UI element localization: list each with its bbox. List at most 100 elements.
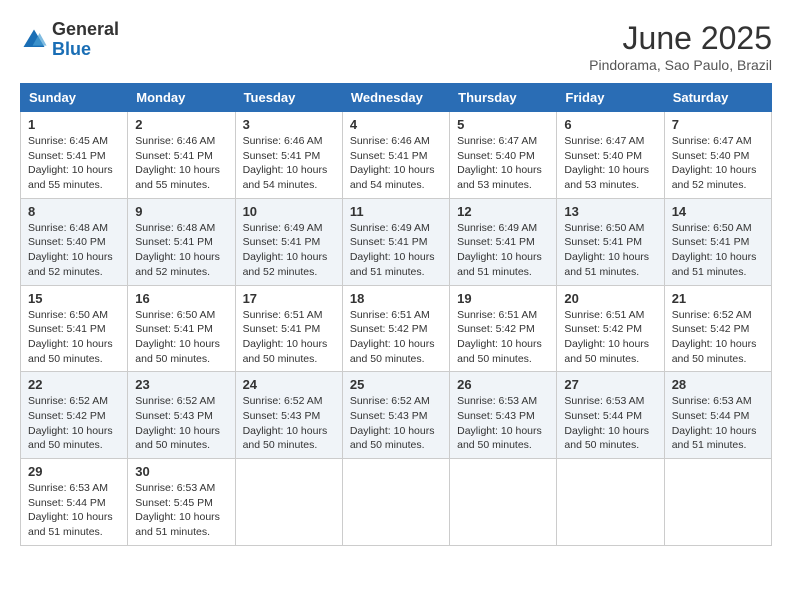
sunset-label: Sunset: 5:40 PM [457, 150, 535, 162]
daylight-label: Daylight: 10 hours and 50 minutes. [350, 425, 435, 452]
daylight-label: Daylight: 10 hours and 53 minutes. [457, 164, 542, 191]
month-title: June 2025 [589, 20, 772, 57]
day-details: Sunrise: 6:48 AM Sunset: 5:41 PM Dayligh… [135, 221, 227, 280]
day-details: Sunrise: 6:51 AM Sunset: 5:42 PM Dayligh… [457, 308, 549, 367]
day-number: 30 [135, 464, 227, 479]
day-number: 14 [672, 204, 764, 219]
day-details: Sunrise: 6:48 AM Sunset: 5:40 PM Dayligh… [28, 221, 120, 280]
day-number: 5 [457, 117, 549, 132]
sunrise-label: Sunrise: 6:46 AM [135, 135, 215, 147]
calendar-day-cell: 27 Sunrise: 6:53 AM Sunset: 5:44 PM Dayl… [557, 372, 664, 459]
day-details: Sunrise: 6:45 AM Sunset: 5:41 PM Dayligh… [28, 134, 120, 193]
calendar-day-cell: 1 Sunrise: 6:45 AM Sunset: 5:41 PM Dayli… [21, 112, 128, 199]
sunrise-label: Sunrise: 6:52 AM [243, 395, 323, 407]
day-number: 26 [457, 377, 549, 392]
daylight-label: Daylight: 10 hours and 54 minutes. [243, 164, 328, 191]
sunset-label: Sunset: 5:41 PM [243, 150, 321, 162]
daylight-label: Daylight: 10 hours and 55 minutes. [28, 164, 113, 191]
daylight-label: Daylight: 10 hours and 51 minutes. [135, 511, 220, 538]
sunset-label: Sunset: 5:44 PM [564, 410, 642, 422]
sunrise-label: Sunrise: 6:53 AM [672, 395, 752, 407]
calendar-day-cell: 9 Sunrise: 6:48 AM Sunset: 5:41 PM Dayli… [128, 198, 235, 285]
calendar-day-cell: 3 Sunrise: 6:46 AM Sunset: 5:41 PM Dayli… [235, 112, 342, 199]
calendar-day-cell: 11 Sunrise: 6:49 AM Sunset: 5:41 PM Dayl… [342, 198, 449, 285]
day-number: 22 [28, 377, 120, 392]
calendar-day-cell: 19 Sunrise: 6:51 AM Sunset: 5:42 PM Dayl… [450, 285, 557, 372]
daylight-label: Daylight: 10 hours and 50 minutes. [564, 338, 649, 365]
daylight-label: Daylight: 10 hours and 51 minutes. [350, 251, 435, 278]
day-details: Sunrise: 6:47 AM Sunset: 5:40 PM Dayligh… [457, 134, 549, 193]
daylight-label: Daylight: 10 hours and 52 minutes. [135, 251, 220, 278]
calendar-row: 15 Sunrise: 6:50 AM Sunset: 5:41 PM Dayl… [21, 285, 772, 372]
calendar-day-cell: 14 Sunrise: 6:50 AM Sunset: 5:41 PM Dayl… [664, 198, 771, 285]
title-block: June 2025 Pindorama, Sao Paulo, Brazil [589, 20, 772, 73]
logo-blue-text: Blue [52, 39, 91, 59]
day-details: Sunrise: 6:53 AM Sunset: 5:45 PM Dayligh… [135, 481, 227, 540]
sunset-label: Sunset: 5:41 PM [564, 236, 642, 248]
calendar-day-cell: 2 Sunrise: 6:46 AM Sunset: 5:41 PM Dayli… [128, 112, 235, 199]
calendar-day-cell: 22 Sunrise: 6:52 AM Sunset: 5:42 PM Dayl… [21, 372, 128, 459]
daylight-label: Daylight: 10 hours and 51 minutes. [28, 511, 113, 538]
daylight-label: Daylight: 10 hours and 50 minutes. [243, 338, 328, 365]
calendar-day-cell: 5 Sunrise: 6:47 AM Sunset: 5:40 PM Dayli… [450, 112, 557, 199]
day-details: Sunrise: 6:53 AM Sunset: 5:44 PM Dayligh… [28, 481, 120, 540]
day-number: 1 [28, 117, 120, 132]
daylight-label: Daylight: 10 hours and 50 minutes. [672, 338, 757, 365]
sunset-label: Sunset: 5:42 PM [457, 323, 535, 335]
weekday-header: Friday [557, 84, 664, 112]
sunset-label: Sunset: 5:43 PM [243, 410, 321, 422]
day-details: Sunrise: 6:51 AM Sunset: 5:41 PM Dayligh… [243, 308, 335, 367]
daylight-label: Daylight: 10 hours and 52 minutes. [672, 164, 757, 191]
day-details: Sunrise: 6:52 AM Sunset: 5:42 PM Dayligh… [672, 308, 764, 367]
sunset-label: Sunset: 5:45 PM [135, 497, 213, 509]
logo-icon [20, 26, 48, 54]
sunrise-label: Sunrise: 6:51 AM [457, 309, 537, 321]
day-number: 25 [350, 377, 442, 392]
weekday-header: Wednesday [342, 84, 449, 112]
sunset-label: Sunset: 5:41 PM [135, 323, 213, 335]
calendar-empty-cell [235, 459, 342, 546]
calendar-day-cell: 16 Sunrise: 6:50 AM Sunset: 5:41 PM Dayl… [128, 285, 235, 372]
day-number: 21 [672, 291, 764, 306]
day-number: 2 [135, 117, 227, 132]
sunrise-label: Sunrise: 6:50 AM [672, 222, 752, 234]
day-number: 9 [135, 204, 227, 219]
day-details: Sunrise: 6:46 AM Sunset: 5:41 PM Dayligh… [243, 134, 335, 193]
sunset-label: Sunset: 5:41 PM [135, 150, 213, 162]
day-details: Sunrise: 6:53 AM Sunset: 5:44 PM Dayligh… [672, 394, 764, 453]
sunset-label: Sunset: 5:41 PM [28, 150, 106, 162]
sunrise-label: Sunrise: 6:51 AM [564, 309, 644, 321]
sunrise-label: Sunrise: 6:52 AM [135, 395, 215, 407]
day-number: 19 [457, 291, 549, 306]
location: Pindorama, Sao Paulo, Brazil [589, 57, 772, 73]
sunrise-label: Sunrise: 6:53 AM [135, 482, 215, 494]
daylight-label: Daylight: 10 hours and 50 minutes. [564, 425, 649, 452]
calendar-day-cell: 23 Sunrise: 6:52 AM Sunset: 5:43 PM Dayl… [128, 372, 235, 459]
day-number: 7 [672, 117, 764, 132]
calendar-empty-cell [342, 459, 449, 546]
daylight-label: Daylight: 10 hours and 51 minutes. [672, 425, 757, 452]
daylight-label: Daylight: 10 hours and 55 minutes. [135, 164, 220, 191]
daylight-label: Daylight: 10 hours and 52 minutes. [243, 251, 328, 278]
calendar-day-cell: 15 Sunrise: 6:50 AM Sunset: 5:41 PM Dayl… [21, 285, 128, 372]
daylight-label: Daylight: 10 hours and 50 minutes. [243, 425, 328, 452]
calendar-day-cell: 17 Sunrise: 6:51 AM Sunset: 5:41 PM Dayl… [235, 285, 342, 372]
calendar-day-cell: 13 Sunrise: 6:50 AM Sunset: 5:41 PM Dayl… [557, 198, 664, 285]
sunset-label: Sunset: 5:40 PM [564, 150, 642, 162]
sunset-label: Sunset: 5:41 PM [350, 150, 428, 162]
sunset-label: Sunset: 5:43 PM [350, 410, 428, 422]
sunset-label: Sunset: 5:42 PM [564, 323, 642, 335]
day-details: Sunrise: 6:47 AM Sunset: 5:40 PM Dayligh… [672, 134, 764, 193]
sunset-label: Sunset: 5:44 PM [28, 497, 106, 509]
sunrise-label: Sunrise: 6:47 AM [457, 135, 537, 147]
day-number: 12 [457, 204, 549, 219]
sunset-label: Sunset: 5:41 PM [135, 236, 213, 248]
sunrise-label: Sunrise: 6:48 AM [28, 222, 108, 234]
sunrise-label: Sunrise: 6:46 AM [350, 135, 430, 147]
calendar-header-row: SundayMondayTuesdayWednesdayThursdayFrid… [21, 84, 772, 112]
day-details: Sunrise: 6:52 AM Sunset: 5:43 PM Dayligh… [350, 394, 442, 453]
weekday-header: Saturday [664, 84, 771, 112]
sunrise-label: Sunrise: 6:50 AM [564, 222, 644, 234]
daylight-label: Daylight: 10 hours and 50 minutes. [135, 338, 220, 365]
day-details: Sunrise: 6:52 AM Sunset: 5:43 PM Dayligh… [243, 394, 335, 453]
